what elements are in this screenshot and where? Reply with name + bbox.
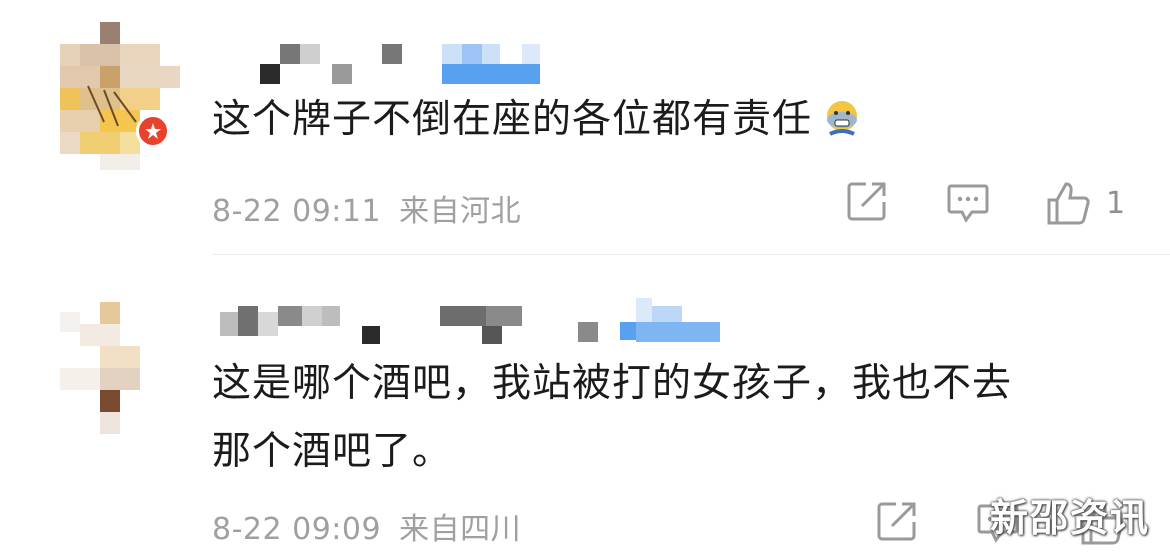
avatar[interactable] [60,302,180,452]
comment-text: 这个牌子不倒在座的各位都有责任 [212,86,1152,160]
comment-item: 这个牌子不倒在座的各位都有责任 8-22 09:11 来自河北 1 [0,0,1170,256]
share-icon [847,182,886,221]
like-button[interactable]: 1 [1046,180,1125,226]
share-button[interactable] [876,500,918,542]
divider [212,254,1170,255]
scared-face-emoji [822,92,862,160]
share-button[interactable] [846,180,888,222]
comment-icon [947,184,989,223]
share-icon [877,502,916,541]
avatar[interactable] [60,22,180,172]
thumbs-up-icon [1047,182,1090,225]
watermark: 新邵资讯 [989,496,1150,540]
like-count: 1 [1106,185,1126,221]
reply-button[interactable] [946,180,990,224]
verified-badge-icon [136,114,170,148]
comment-text: 这是哪个酒吧，我站被打的女孩子，我也不去 那个酒吧了。 [212,361,1013,474]
